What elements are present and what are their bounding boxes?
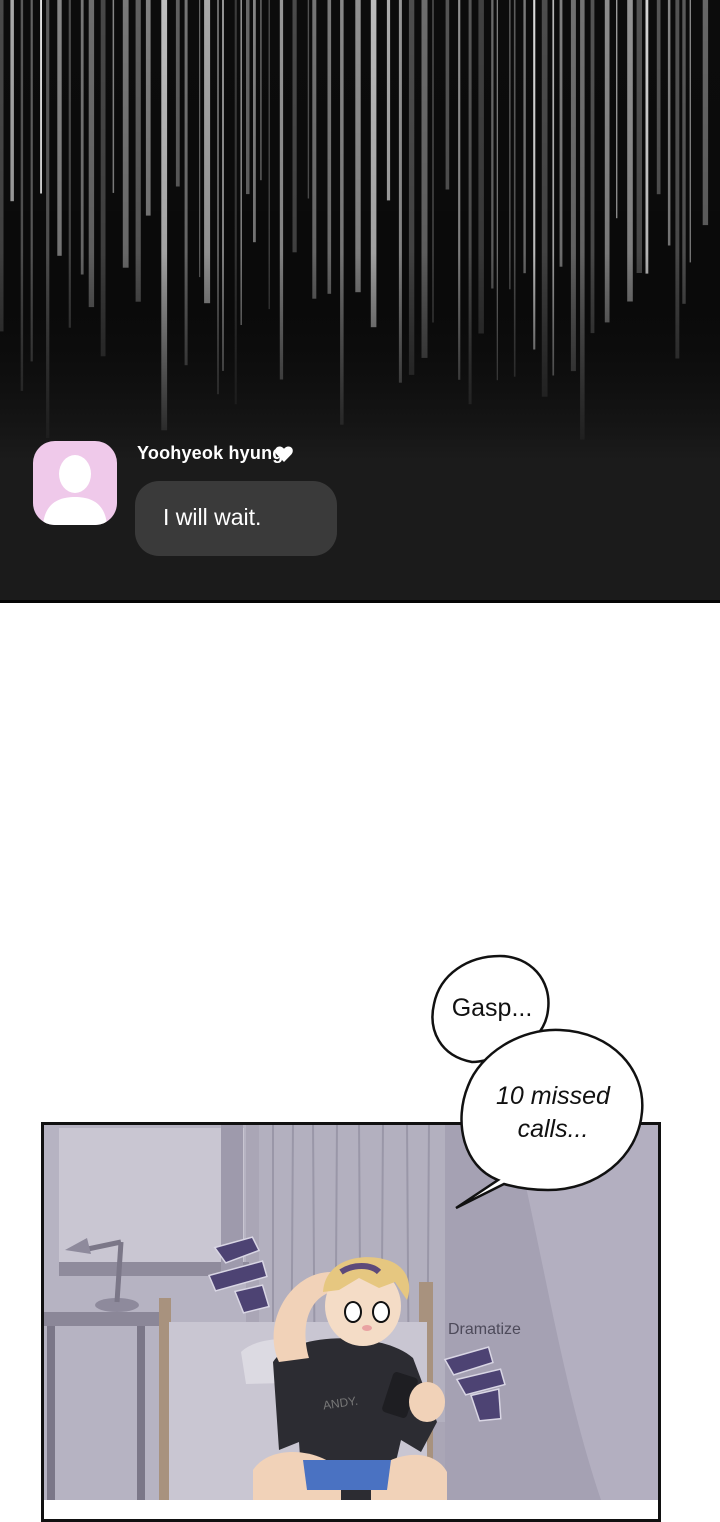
person-placeholder-icon — [43, 455, 107, 525]
sender-name: Yoohyeok hyung — [137, 443, 284, 463]
avatar[interactable] — [33, 441, 117, 525]
missed-calls-text: 10 missed calls... — [496, 1082, 610, 1143]
panel-divider — [0, 600, 720, 603]
message-text: I will wait. — [163, 504, 262, 530]
bedroom-illustration: ANDY. — [41, 1122, 661, 1500]
heart-icon — [275, 446, 293, 462]
comic-panel: ANDY. — [41, 1122, 661, 1500]
sfx-translation-label: Dramatize — [448, 1321, 521, 1338]
speed-lines-background — [0, 0, 720, 460]
gasp-text: Gasp... — [451, 994, 533, 1022]
message-bubble: I will wait. — [135, 481, 337, 556]
dark-chat-panel: Yoohyeok hyung I will wait. — [0, 0, 720, 600]
